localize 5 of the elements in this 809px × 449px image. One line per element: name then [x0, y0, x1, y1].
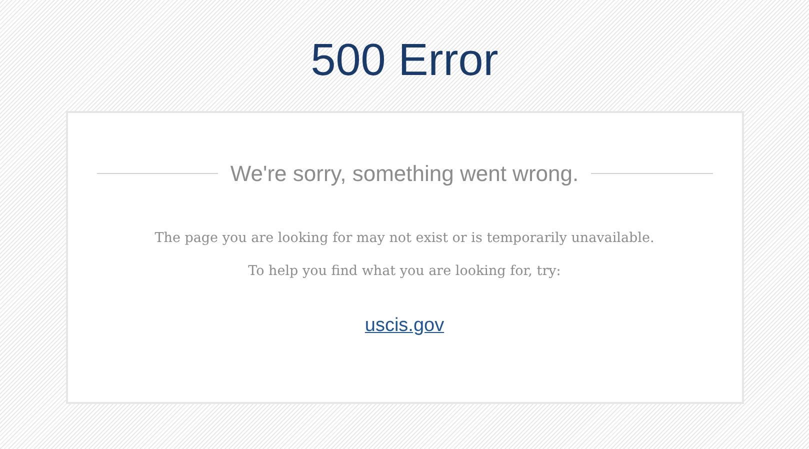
home-link[interactable]: uscis.gov — [364, 312, 444, 340]
message-text: To help you find what you are looking for, try: — [248, 262, 561, 281]
message-text: The page you are looking for may not exist or is temporarily unavailable. — [154, 229, 654, 248]
error-heading: We're sorry, something went wrong. — [230, 160, 579, 188]
page-title: 500 Error — [310, 33, 498, 87]
